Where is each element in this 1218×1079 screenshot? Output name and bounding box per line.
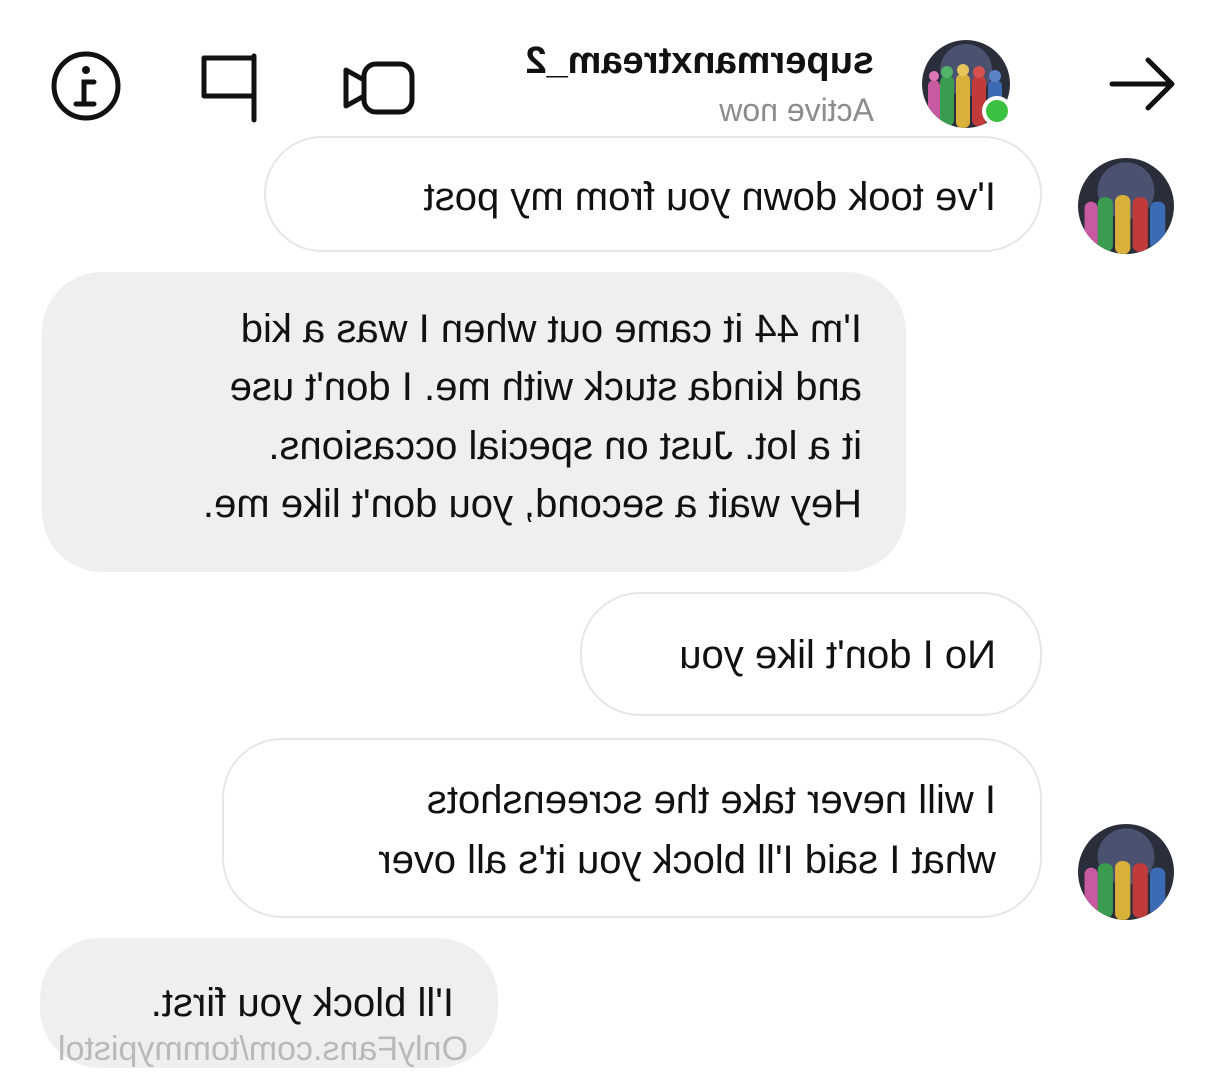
message-line: I will never take the screenshots	[426, 778, 996, 822]
message-line: I'm 44 it came out when I was a kid	[240, 307, 862, 351]
message-line: and kinda stuck with me. I don't use	[229, 365, 862, 410]
watermark: OnlyFans.com/tommypistol	[58, 1030, 468, 1068]
sender-avatar[interactable]	[1078, 158, 1174, 254]
message-text: I've took down you from my post	[423, 175, 996, 219]
message-bubble-sent[interactable]: I'm 44 it came out when I was a kid and …	[42, 272, 906, 572]
video-call-icon[interactable]	[338, 48, 418, 128]
message-line: it a lot. Just on special occasions.	[268, 423, 862, 468]
message-line: Hey wait a second, you don't like me.	[202, 482, 862, 527]
flag-icon[interactable]	[188, 48, 268, 128]
message-bubble-received[interactable]: No I don't like you	[580, 592, 1042, 716]
message-line: what I said I'll block you it's all over	[378, 838, 996, 882]
sender-avatar[interactable]	[1078, 824, 1174, 920]
message-text: No I don't like you	[679, 633, 996, 677]
message-bubble-received[interactable]: I've took down you from my post	[264, 136, 1042, 252]
message-bubble-received[interactable]: I will never take the screenshots what I…	[222, 738, 1042, 918]
online-status-indicator	[982, 96, 1012, 126]
back-arrow-icon[interactable]	[1106, 48, 1178, 120]
active-status: Active now	[719, 92, 874, 128]
info-icon[interactable]	[46, 46, 126, 126]
contact-username[interactable]: supermanxtream_2	[525, 40, 874, 83]
chat-screen: supermanxtream_2 Active now I've took do…	[0, 0, 1218, 1079]
message-text: I'll block you first.	[150, 981, 454, 1025]
